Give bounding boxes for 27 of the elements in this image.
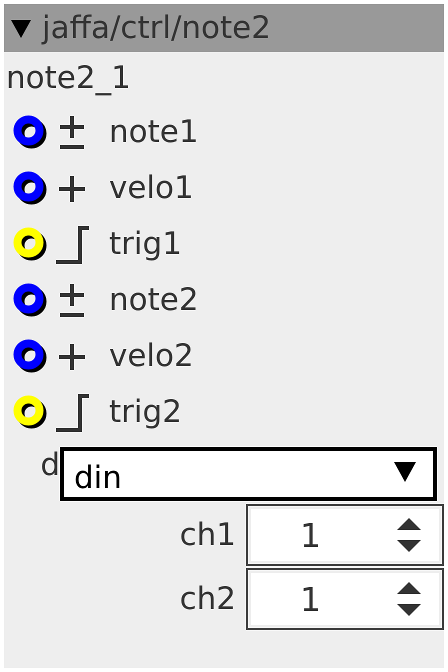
port-label: trig1 bbox=[109, 226, 182, 262]
port-label: velo2 bbox=[109, 338, 194, 374]
panel-header[interactable]: jaffa/ctrl/note2 bbox=[4, 4, 444, 52]
step-icon bbox=[55, 392, 89, 432]
dropdown-label: d bbox=[39, 447, 60, 483]
collapse-icon[interactable] bbox=[10, 17, 32, 39]
port-ring-icon[interactable] bbox=[13, 227, 47, 261]
spinbox-label: ch2 bbox=[178, 581, 236, 617]
spinbox[interactable]: 1 bbox=[246, 504, 444, 566]
port-ring-icon[interactable] bbox=[13, 283, 47, 317]
stepper-arrows-icon[interactable] bbox=[396, 580, 422, 618]
port-label: velo1 bbox=[109, 170, 194, 206]
port-label: note2 bbox=[109, 282, 199, 318]
port-label: trig2 bbox=[109, 394, 182, 430]
port-ring-icon[interactable] bbox=[13, 395, 47, 429]
panel-title: jaffa/ctrl/note2 bbox=[42, 10, 271, 46]
stepper-arrows-icon[interactable] bbox=[396, 516, 422, 554]
node-name: note2_1 bbox=[5, 59, 132, 98]
spinbox-label: ch1 bbox=[178, 517, 236, 553]
spinbox[interactable]: 1 bbox=[246, 568, 444, 630]
step-icon bbox=[55, 224, 89, 264]
port-ring-icon[interactable] bbox=[13, 339, 47, 373]
dropdown[interactable]: din bbox=[60, 447, 437, 501]
port-label: note1 bbox=[109, 114, 199, 150]
port-ring-icon[interactable] bbox=[13, 171, 47, 205]
port-ring-icon[interactable] bbox=[13, 115, 47, 149]
caret-icon bbox=[393, 460, 417, 484]
